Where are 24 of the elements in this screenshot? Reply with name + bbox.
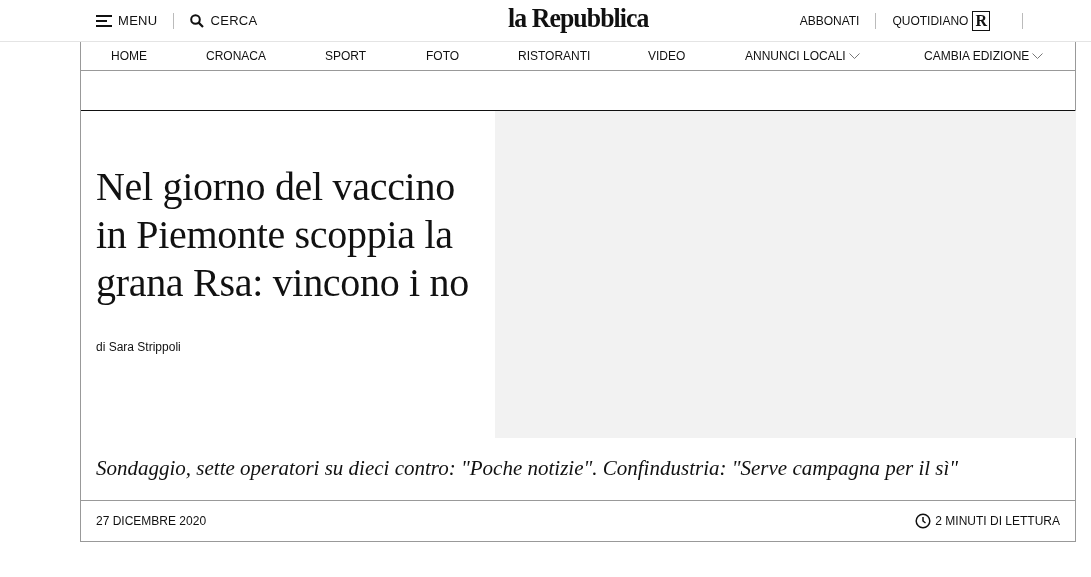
chevron-down-icon — [848, 52, 860, 60]
menu-icon — [96, 14, 112, 27]
menu-button[interactable]: MENU — [96, 13, 158, 28]
clock-icon — [915, 513, 932, 529]
nav-link[interactable]: VIDEO — [648, 49, 686, 63]
search-icon — [190, 13, 205, 28]
nav-link[interactable]: SPORT — [325, 49, 367, 63]
article-title: Nel giorno del vaccino in Piemonte scoppia la grana Rsa: vincono i no — [96, 163, 471, 307]
article-subtitle: Sondaggio, sette operatori su dieci contro: "Poche notizie". Confindustria: "Serve campagna per il sì" — [81, 438, 1075, 501]
newspaper-link[interactable]: QUOTIDIANO — [892, 13, 969, 28]
search-button[interactable]: CERCA — [190, 13, 258, 28]
newspaper-badge: R — [972, 10, 990, 31]
reading-time: 2 MINUTI DI LETTURA — [935, 514, 1060, 528]
nav-link[interactable]: CAMBIA EDIZIONE — [924, 49, 1044, 63]
nav-link[interactable]: RISTORANTI — [518, 49, 591, 63]
nav-link[interactable]: CRONACA — [206, 49, 266, 63]
site-logo[interactable]: la Repubblica — [508, 2, 649, 34]
nav-link[interactable]: HOME — [111, 49, 147, 63]
subscribe-link[interactable]: ABBONATI — [799, 13, 860, 28]
nav-link[interactable]: ANNUNCI LOCALI — [745, 49, 860, 63]
author-byline: di Sara Strippoli — [96, 340, 182, 354]
nav-link[interactable]: FOTO — [426, 49, 460, 63]
article-date: 27 DICEMBRE 2020 — [96, 514, 207, 528]
chevron-down-icon — [1032, 52, 1044, 60]
